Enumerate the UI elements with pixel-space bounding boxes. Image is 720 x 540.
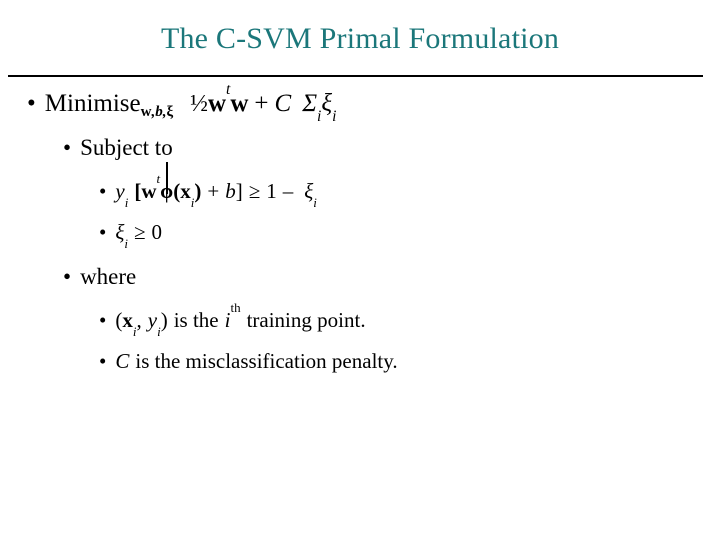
x-index: i (190, 194, 195, 210)
sigma-index: i (317, 108, 322, 126)
xi-index: i (313, 194, 317, 210)
xi-symbol: ξ (304, 179, 314, 203)
close-paren: ) (194, 179, 202, 203)
vector-w: w (141, 179, 157, 203)
comma: , (136, 308, 142, 332)
scalar-C: C (274, 90, 292, 117)
bullet-icon: • (99, 220, 107, 244)
definition-point-phrase-2: training point. (246, 308, 366, 332)
minimise-subscript: w,b,ξ (141, 104, 174, 120)
definition-point-text: (xi, yi) is the ithtraining point. (115, 301, 366, 338)
phi-with-caret: ϕ (160, 161, 173, 205)
xi-index: i (332, 108, 337, 126)
one-half: ½ (190, 91, 208, 117)
bullet-line-minimise: • Minimisew,b,ξ ½wtw + C Σiξi (0, 81, 720, 124)
vector-x: x (122, 308, 133, 332)
definition-C-phrase: is the misclassification penalty. (135, 349, 398, 373)
page-title: The C-SVM Primal Formulation (160, 22, 560, 55)
constraint-nonneg-expression: ξi ≥0 (115, 219, 163, 250)
text-cursor-icon (166, 161, 169, 195)
xi-symbol: ξ (115, 220, 125, 244)
where-label: where (80, 264, 137, 289)
subscript-b: b (155, 103, 163, 120)
scalar-b: b (225, 179, 236, 203)
subscript-xi: ξ (166, 103, 174, 120)
bullet-line-definition-C: • Cis the misclassification penalty. (0, 348, 720, 375)
y-index: i (124, 194, 129, 210)
bullet-icon: • (63, 135, 72, 160)
sigma-symbol: Σ (302, 90, 318, 117)
definition-point-phrase-1: is the (173, 308, 219, 332)
bullet-line-where: • where (0, 262, 720, 291)
scalar-y: y (147, 308, 158, 332)
vector-x: x (180, 179, 191, 203)
minus-operator: – (282, 179, 294, 203)
vector-w-2: w (230, 90, 249, 117)
value-zero: 0 (151, 220, 163, 244)
vector-w-1: w (207, 90, 227, 117)
minimise-expression: Minimisew,b,ξ ½wtw + C Σiξi (44, 81, 337, 124)
subject-to-label: Subject to (80, 135, 173, 160)
bullet-icon: • (99, 308, 107, 332)
subscript-w: w (140, 103, 152, 120)
value-one: 1 (266, 179, 277, 203)
plus-operator: + (207, 179, 220, 203)
close-paren: ) (160, 308, 168, 332)
slide-body: • Minimisew,b,ξ ½wtw + C Σiξi • Subject to • yi… (0, 81, 720, 375)
bullet-icon: • (99, 349, 107, 373)
close-bracket: ] (235, 179, 243, 203)
bullet-line-subject-to: • Subject to (0, 133, 720, 162)
slide-canvas: The C-SVM Primal Formulation • Minimisew,… (0, 0, 720, 540)
geq-operator: ≥ (133, 220, 146, 244)
xi-index: i (124, 235, 128, 251)
constraint-margin-expression: yi[wtϕ(xi)+b]≥1–ξi (115, 161, 317, 209)
minimise-label: Minimise (44, 90, 141, 117)
geq-operator: ≥ (248, 179, 261, 203)
scalar-C: C (115, 349, 130, 373)
bullet-line-constraint-margin: • yi[wtϕ(xi)+b]≥1–ξi (0, 161, 720, 209)
transpose-t: t (226, 80, 231, 98)
bullet-icon: • (63, 264, 72, 289)
bullet-icon: • (27, 90, 36, 117)
ordinal-suffix: th (230, 300, 241, 316)
title-divider (8, 75, 703, 77)
scalar-y: y (115, 179, 125, 203)
bullet-icon: • (99, 179, 107, 203)
bullet-line-constraint-nonneg: • ξi ≥0 (0, 219, 720, 250)
xi-symbol: ξ (321, 90, 333, 117)
y-index: i (157, 323, 161, 339)
bullet-line-definition-point: • (xi, yi) is the ithtraining point. (0, 301, 720, 338)
definition-C-text: Cis the misclassification penalty. (115, 348, 397, 375)
plus-operator: + (254, 90, 269, 117)
x-index: i (132, 323, 137, 339)
